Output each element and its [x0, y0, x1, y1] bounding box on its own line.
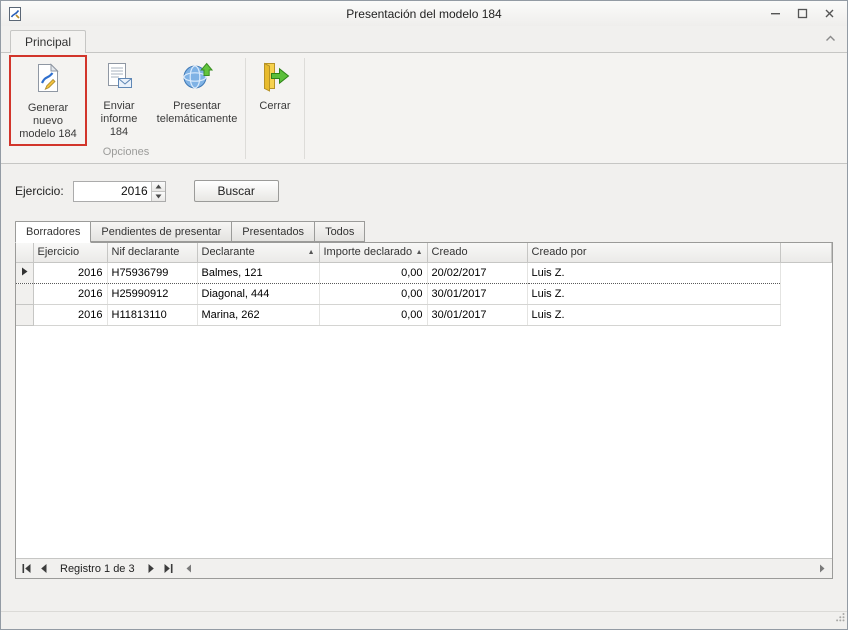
- column-header-ejercicio[interactable]: Ejercicio: [33, 243, 107, 262]
- report-icon: [103, 60, 135, 100]
- scroll-right-icon[interactable]: [814, 561, 830, 577]
- cell-nif-declarante[interactable]: H25990912: [107, 283, 197, 304]
- buscar-button[interactable]: Buscar: [194, 180, 279, 202]
- table-row: 2016 H25990912 Diagonal, 444 0,00 30/01/…: [16, 283, 832, 304]
- ribbon-button-label: Generar nuevo modelo 184: [14, 102, 82, 141]
- cell-creado[interactable]: 30/01/2017: [427, 283, 527, 304]
- generar-nuevo-modelo-button[interactable]: Generar nuevo modelo 184: [11, 57, 85, 144]
- spinner-up-button[interactable]: [151, 182, 165, 191]
- sort-ascending-icon: ▲: [304, 249, 315, 256]
- scrollbar-track[interactable]: [197, 561, 814, 577]
- ribbon-tab-strip: Principal: [1, 26, 847, 52]
- tab-todos[interactable]: Todos: [315, 221, 365, 242]
- first-record-button[interactable]: [18, 560, 35, 577]
- column-header-filler: [780, 243, 832, 262]
- column-header-importe-declarado[interactable]: Importe declarado▲: [319, 243, 427, 262]
- tab-borradores[interactable]: Borradores: [15, 221, 91, 243]
- cell-ejercicio[interactable]: 2016: [33, 283, 107, 304]
- ribbon-button-label: Presentar telemáticamente: [154, 100, 240, 126]
- ribbon-group-separator: [245, 58, 246, 159]
- horizontal-scrollbar: [181, 561, 830, 577]
- ribbon-group-separator: [304, 58, 305, 159]
- ribbon-collapse-button[interactable]: [823, 28, 838, 47]
- ejercicio-label: Ejercicio:: [15, 184, 64, 198]
- row-indicator-cell: [16, 262, 33, 283]
- next-record-button[interactable]: [143, 560, 160, 577]
- globe-upload-icon: [181, 60, 213, 100]
- spinner-down-button[interactable]: [151, 191, 165, 201]
- ribbon-tab-principal[interactable]: Principal: [10, 30, 86, 53]
- cell-filler: [780, 262, 832, 283]
- tab-presentados[interactable]: Presentados: [232, 221, 315, 242]
- cell-importe-declarado[interactable]: 0,00: [319, 304, 427, 325]
- cell-nif-declarante[interactable]: H11813110: [107, 304, 197, 325]
- exit-icon: [259, 60, 291, 100]
- close-button[interactable]: [816, 4, 843, 24]
- cell-creado-por[interactable]: Luis Z.: [527, 304, 780, 325]
- last-record-button[interactable]: [160, 560, 177, 577]
- cell-creado[interactable]: 30/01/2017: [427, 304, 527, 325]
- cell-ejercicio[interactable]: 2016: [33, 262, 107, 283]
- column-header-creado[interactable]: Creado: [427, 243, 527, 262]
- ribbon: Generar nuevo modelo 184 Enviar informe …: [1, 52, 847, 164]
- app-icon: [7, 5, 25, 23]
- record-count-label: Registro 1 de 3: [52, 563, 143, 575]
- current-row-arrow-icon: [21, 267, 28, 276]
- maximize-button[interactable]: [789, 4, 816, 24]
- cell-declarante[interactable]: Marina, 262: [197, 304, 319, 325]
- tab-pendientes-de-presentar[interactable]: Pendientes de presentar: [91, 221, 232, 242]
- status-bar: [1, 611, 847, 629]
- resize-grip[interactable]: [835, 609, 845, 627]
- presentar-telematicamente-button[interactable]: Presentar telemáticamente: [151, 55, 243, 146]
- cell-creado[interactable]: 20/02/2017: [427, 262, 527, 283]
- data-grid: Ejercicio Nif declarante Declarante▲ Imp…: [15, 242, 833, 579]
- new-document-icon: [32, 62, 64, 102]
- highlight-box: Generar nuevo modelo 184: [9, 55, 87, 146]
- ribbon-button-label: Cerrar: [259, 100, 290, 113]
- cell-importe-declarado[interactable]: 0,00: [319, 262, 427, 283]
- ribbon-group-cerrar: Cerrar: [248, 54, 302, 163]
- cell-creado-por[interactable]: Luis Z.: [527, 262, 780, 283]
- filter-row: Ejercicio: Buscar: [1, 172, 847, 210]
- cell-declarante[interactable]: Balmes, 121: [197, 262, 319, 283]
- column-header-creado-por[interactable]: Creado por: [527, 243, 780, 262]
- table-row: 2016 H75936799 Balmes, 121 0,00 20/02/20…: [16, 262, 832, 283]
- row-indicator-header: [16, 243, 33, 262]
- row-indicator-cell: [16, 283, 33, 304]
- cell-ejercicio[interactable]: 2016: [33, 304, 107, 325]
- grid-header-row: Ejercicio Nif declarante Declarante▲ Imp…: [16, 243, 832, 262]
- cell-nif-declarante[interactable]: H75936799: [107, 262, 197, 283]
- window-controls: [762, 4, 843, 24]
- enviar-informe-button[interactable]: Enviar informe 184: [87, 55, 151, 146]
- cell-importe-declarado[interactable]: 0,00: [319, 283, 427, 304]
- ribbon-group-label: Opciones: [9, 146, 243, 163]
- record-navigator: Registro 1 de 3: [16, 558, 832, 578]
- app-window: Presentación del modelo 184 Principal: [0, 0, 848, 630]
- cerrar-button[interactable]: Cerrar: [248, 55, 302, 146]
- row-indicator-cell: [16, 304, 33, 325]
- view-tab-strip: Borradores Pendientes de presentar Prese…: [15, 220, 833, 242]
- bottom-spacer: [1, 579, 847, 611]
- window-title: Presentación del modelo 184: [1, 7, 847, 21]
- ribbon-group-label-empty: [248, 146, 302, 163]
- sort-ascending-icon: ▲: [412, 249, 423, 256]
- ejercicio-input[interactable]: [74, 182, 151, 201]
- ejercicio-spinner: [73, 181, 166, 202]
- grid-empty-area[interactable]: [16, 326, 832, 559]
- cell-creado-por[interactable]: Luis Z.: [527, 283, 780, 304]
- column-header-nif-declarante[interactable]: Nif declarante: [107, 243, 197, 262]
- cell-filler: [780, 283, 832, 304]
- grid-table: Ejercicio Nif declarante Declarante▲ Imp…: [16, 243, 832, 326]
- previous-record-button[interactable]: [35, 560, 52, 577]
- cell-filler: [780, 304, 832, 325]
- cell-declarante[interactable]: Diagonal, 444: [197, 283, 319, 304]
- ribbon-group-opciones: Generar nuevo modelo 184 Enviar informe …: [9, 54, 243, 163]
- ribbon-button-label: Enviar informe 184: [90, 100, 148, 139]
- minimize-button[interactable]: [762, 4, 789, 24]
- column-header-declarante[interactable]: Declarante▲: [197, 243, 319, 262]
- table-row: 2016 H11813110 Marina, 262 0,00 30/01/20…: [16, 304, 832, 325]
- scroll-left-icon[interactable]: [181, 561, 197, 577]
- title-bar: Presentación del modelo 184: [1, 1, 847, 26]
